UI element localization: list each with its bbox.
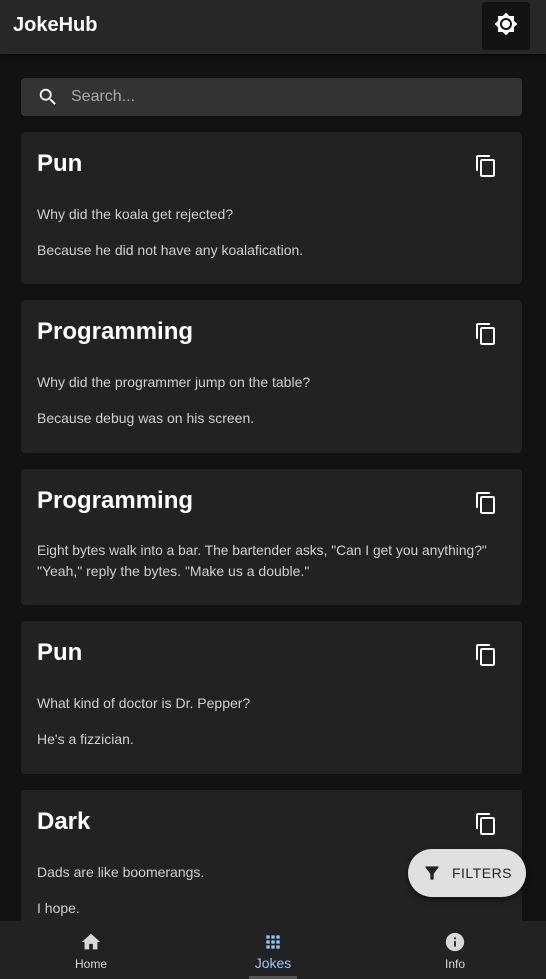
filters-label: FILTERS	[451, 865, 513, 881]
copy-icon	[474, 643, 498, 672]
joke-list: Pun Why did the koala get rejected? Beca…	[21, 78, 522, 959]
joke-delivery: Because debug was on his screen.	[37, 410, 255, 426]
app-title: JokeHub	[13, 14, 98, 36]
nav-label: Home	[74, 957, 107, 971]
search-bar[interactable]	[21, 78, 522, 116]
nav-label: Jokes	[254, 955, 292, 971]
joke-card: Pun What kind of doctor is Dr. Pepper? H…	[21, 621, 522, 774]
search-icon	[37, 86, 59, 108]
joke-card: Programming Eight bytes walk into a bar.…	[21, 469, 522, 605]
search-input[interactable]	[69, 87, 522, 107]
copy-icon	[474, 491, 498, 520]
nav-label: Info	[444, 957, 465, 971]
copy-button[interactable]	[472, 322, 500, 350]
joke-line: "Yeah," reply the bytes. "Make us a doub…	[37, 563, 310, 579]
nav-home[interactable]: Home	[0, 921, 182, 979]
nav-jokes[interactable]: Jokes	[182, 921, 364, 979]
home-icon	[80, 931, 102, 953]
copy-icon	[474, 154, 498, 183]
joke-delivery: Because he did not have any koalaficatio…	[37, 242, 304, 258]
joke-category: Programming	[37, 318, 194, 345]
joke-category: Pun	[37, 639, 83, 666]
theme-toggle-button[interactable]	[482, 2, 530, 50]
copy-button[interactable]	[472, 812, 500, 840]
joke-setup: Why did the koala get rejected?	[37, 206, 234, 222]
copy-icon	[474, 812, 498, 841]
joke-card: Pun Why did the koala get rejected? Beca…	[21, 132, 522, 284]
grid-icon	[263, 931, 283, 953]
copy-button[interactable]	[472, 643, 500, 671]
copy-button[interactable]	[472, 491, 500, 519]
bottom-navigation: Home Jokes Info	[0, 921, 546, 979]
joke-setup: Why did the programmer jump on the table…	[37, 374, 311, 390]
joke-card: Programming Why did the programmer jump …	[21, 300, 522, 453]
joke-category: Programming	[37, 487, 194, 514]
joke-category: Dark	[37, 808, 91, 835]
joke-delivery: I hope.	[37, 900, 80, 916]
nav-info[interactable]: Info	[364, 921, 546, 979]
filter-icon	[422, 863, 442, 883]
app-bar: JokeHub	[0, 0, 546, 54]
copy-icon	[474, 322, 498, 351]
copy-button[interactable]	[472, 154, 500, 182]
info-icon	[444, 931, 466, 953]
joke-line: Eight bytes walk into a bar. The bartend…	[37, 543, 487, 558]
filters-button[interactable]: FILTERS	[408, 849, 526, 897]
joke-delivery: He's a fizzician.	[37, 731, 134, 747]
joke-setup: What kind of doctor is Dr. Pepper?	[37, 695, 251, 711]
brightness-icon	[494, 12, 518, 41]
joke-category: Pun	[37, 150, 83, 177]
